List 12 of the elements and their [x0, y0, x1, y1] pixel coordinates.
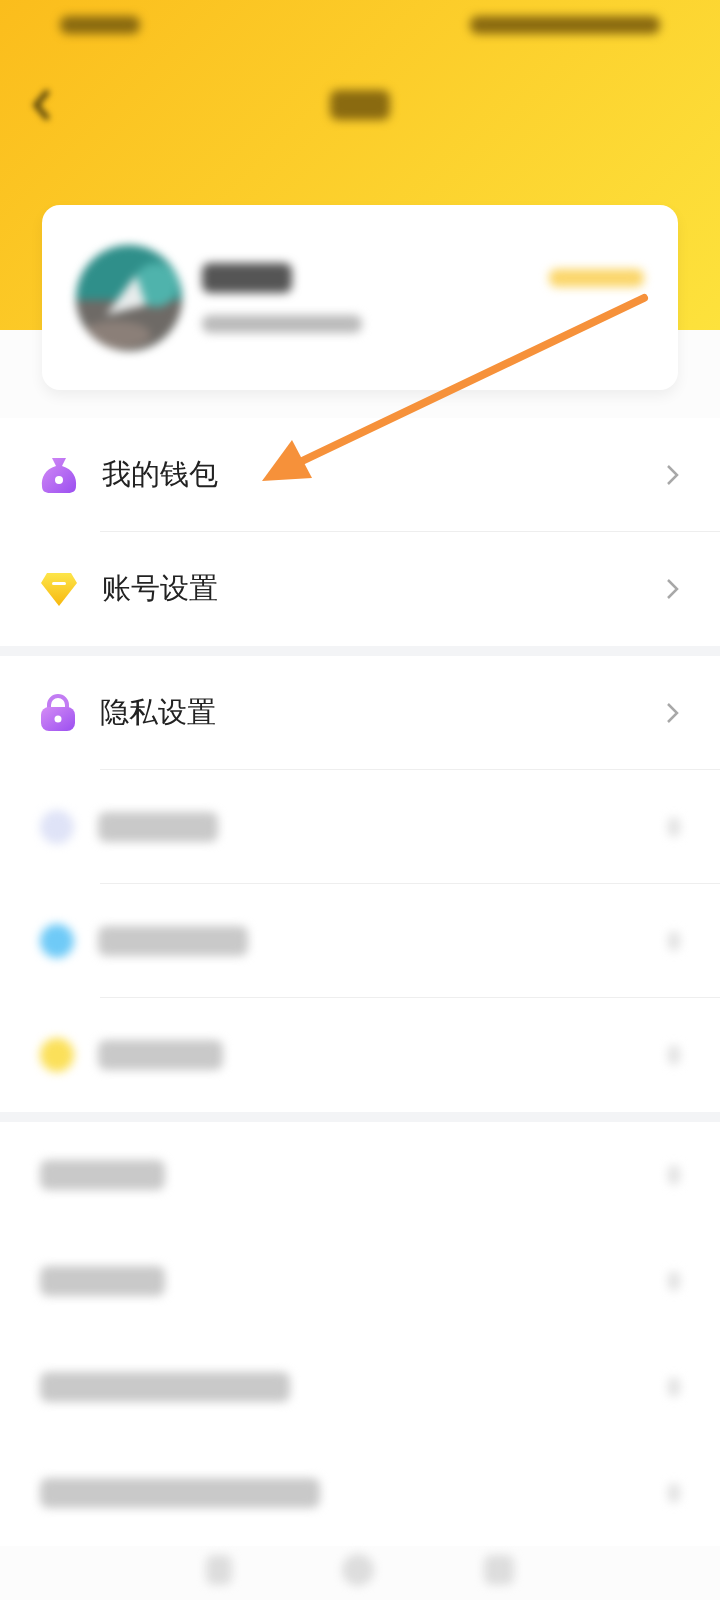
- profile-card[interactable]: [42, 205, 678, 390]
- lock-icon: [40, 694, 76, 732]
- menu-item[interactable]: 隐私设置: [0, 656, 720, 770]
- blurred-text: [330, 90, 390, 120]
- menu-label: 账号设置: [102, 570, 219, 607]
- menu-label: 我的钱包: [102, 456, 219, 493]
- menu-item[interactable]: 我的钱包: [0, 418, 720, 532]
- diamond-icon: [40, 571, 78, 607]
- back-icon[interactable]: [32, 88, 52, 122]
- money-bag-icon: [40, 456, 78, 494]
- menu-label: 隐私设置: [100, 694, 217, 731]
- menu-item[interactable]: 账号设置: [0, 532, 720, 646]
